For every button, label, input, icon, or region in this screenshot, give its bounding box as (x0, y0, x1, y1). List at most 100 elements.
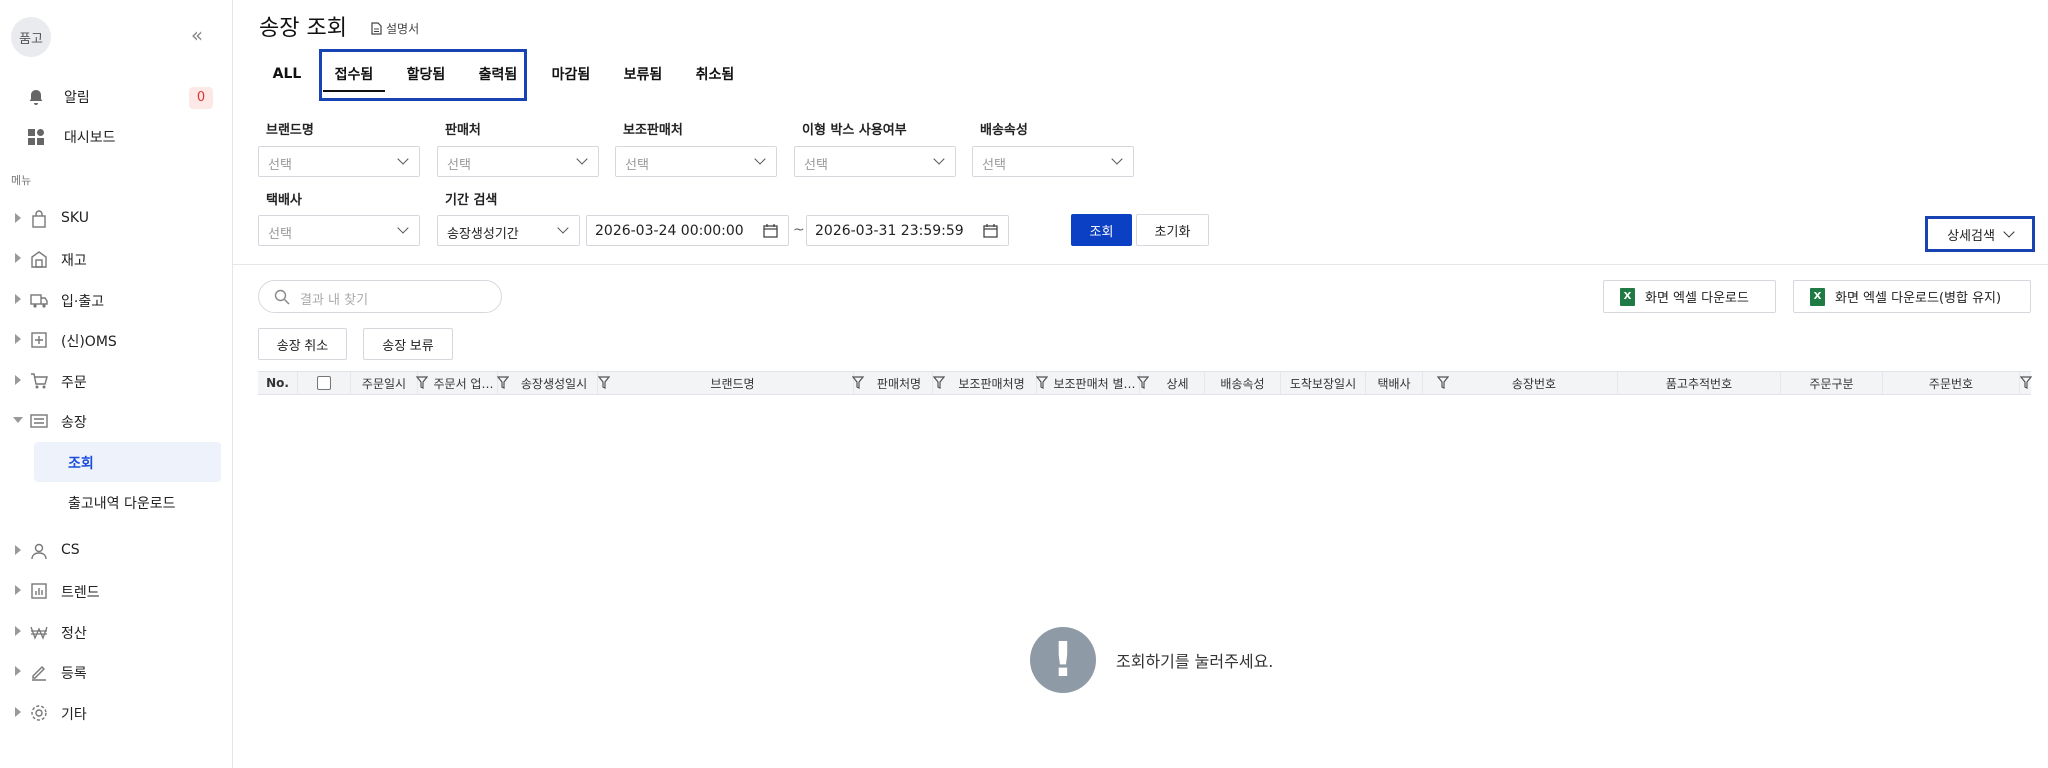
period-type-value: 송장생성기간 (447, 227, 519, 242)
chevron-down-icon (397, 153, 409, 165)
search-button[interactable]: 조회 (1071, 214, 1132, 246)
column-header-shipping-attr[interactable]: 배송속성 (1205, 372, 1281, 394)
sidebar-subitem-lookup[interactable]: 조회 (34, 442, 221, 482)
caret-right-icon (15, 666, 21, 676)
brand-select-value: 선택 (268, 158, 292, 173)
sidebar-item-invoice[interactable]: 송장 (0, 401, 233, 441)
tab-printed[interactable]: 출력됨 (467, 52, 529, 96)
sidebar-item-oms[interactable]: (신)OMS (0, 320, 233, 360)
odd-box-label: 이형 박스 사용여부 (802, 123, 907, 138)
date-from-input[interactable]: 2026-03-24 00:00:00 (586, 215, 789, 246)
logo[interactable]: 품고 (11, 17, 51, 57)
period-type-select[interactable]: 송장생성기간 (437, 215, 580, 246)
cancel-invoice-button[interactable]: 송장 취소 (258, 328, 347, 360)
courier-select-value: 선택 (268, 227, 292, 242)
manual-label: 설명서 (386, 22, 420, 36)
tab-received[interactable]: 접수됨 (323, 52, 385, 96)
sidebar-item-trend[interactable]: 트렌드 (0, 571, 233, 611)
column-header-brand[interactable]: 브랜드명 (612, 372, 854, 394)
sidebar-item-order[interactable]: 주문 (0, 361, 233, 401)
search-icon (274, 289, 290, 305)
filter-icon[interactable] (933, 376, 945, 389)
chevron-down-icon (1111, 153, 1123, 165)
column-header-tracking-no[interactable]: 품고추적번호 (1618, 372, 1781, 394)
period-label: 기간 검색 (445, 193, 498, 208)
sidebar-item-settlement[interactable]: 정산 (0, 612, 233, 652)
brand-select[interactable]: 선택 (258, 146, 420, 177)
collapse-sidebar-icon[interactable]: « (186, 24, 208, 46)
column-header-detail[interactable]: 상세 (1151, 372, 1205, 394)
tab-held[interactable]: 보류됨 (612, 52, 674, 96)
sidebar-item-label: 트렌드 (61, 585, 100, 601)
column-header-order-date[interactable]: 주문일시 (351, 372, 418, 394)
sidebar-item-label: 정산 (61, 626, 87, 642)
sidebar-item-inout[interactable]: 입·출고 (0, 280, 233, 320)
bell-icon (29, 90, 43, 105)
calendar-icon[interactable] (763, 224, 778, 238)
tab-cancelled[interactable]: 취소됨 (684, 52, 746, 96)
sidebar-item-dashboard[interactable]: 대시보드 (0, 117, 233, 157)
courier-select[interactable]: 선택 (258, 215, 420, 246)
chevron-down-icon (557, 222, 569, 234)
date-to-input[interactable]: 2026-03-31 23:59:59 (806, 215, 1009, 246)
odd-box-select[interactable]: 선택 (794, 146, 956, 177)
result-search-input[interactable]: 결과 내 찾기 (258, 280, 502, 313)
filter-icon[interactable] (598, 376, 610, 389)
column-header-order-upload[interactable]: 주문서 업… (430, 372, 498, 394)
sidebar-item-sku[interactable]: SKU (0, 199, 233, 239)
sidebar-item-register[interactable]: 등록 (0, 652, 233, 692)
column-header-invoice-created[interactable]: 송장생성일시 (511, 372, 598, 394)
hold-invoice-button[interactable]: 송장 보류 (363, 328, 453, 360)
manual-link[interactable]: 설명서 (371, 20, 419, 37)
truck-icon (30, 294, 48, 308)
column-header-no[interactable]: No. (258, 372, 298, 394)
tab-assigned[interactable]: 할당됨 (395, 52, 457, 96)
column-header-order-no[interactable]: 주문번호 (1883, 372, 2020, 394)
oms-icon (31, 332, 47, 348)
sidebar-item-label: (신)OMS (61, 334, 117, 350)
sidebar: 품고 « 알림 0 대시보드 메뉴 SKU 재고 입·출고 (신)OMS 주문 … (0, 0, 233, 768)
column-header-invoice-no[interactable]: 송장번호 (1451, 372, 1618, 394)
filter-icon[interactable] (852, 376, 864, 389)
date-range-separator: ~ (793, 222, 805, 238)
tab-closed[interactable]: 마감됨 (540, 52, 602, 96)
column-header-sub-seller[interactable]: 보조판매처명 (947, 372, 1037, 394)
courier-label: 택배사 (266, 193, 302, 208)
reset-button[interactable]: 초기화 (1136, 214, 1209, 246)
column-header-sub-seller-alias[interactable]: 보조판매처 별… (1050, 372, 1140, 394)
sidebar-item-alert[interactable]: 알림 0 (0, 77, 233, 117)
sidebar-subitem-label: 조회 (68, 456, 94, 472)
sidebar-item-stock[interactable]: 재고 (0, 239, 233, 279)
table-header: No. 주문일시 주문서 업… 송장생성일시 브랜드명 판매처명 보조판매처명 … (258, 371, 2032, 395)
column-header-seller[interactable]: 판매처명 (866, 372, 933, 394)
excel-icon: X (1620, 287, 1635, 306)
column-header-courier[interactable]: 택배사 (1366, 372, 1423, 394)
detail-search-label: 상세검색 (1947, 228, 1995, 244)
empty-state: ! 조회하기를 눌러주세요. (1030, 627, 1273, 693)
filter-icon[interactable] (1137, 376, 1149, 389)
column-header-arrival-guarantee[interactable]: 도착보장일시 (1281, 372, 1366, 394)
caret-right-icon (15, 375, 21, 385)
pencil-icon (32, 666, 46, 681)
chevron-down-icon (754, 153, 766, 165)
filter-icon[interactable] (497, 376, 509, 389)
excel-download-merge-label: 화면 엑셀 다운로드(병합 유지) (1835, 291, 2002, 306)
select-all-checkbox[interactable] (317, 376, 331, 390)
filter-icon[interactable] (1437, 376, 1449, 389)
sidebar-subitem-download[interactable]: 출고내역 다운로드 (34, 482, 221, 522)
filter-icon[interactable] (1036, 376, 1048, 389)
filter-icon[interactable] (416, 376, 428, 389)
sidebar-item-etc[interactable]: 기타 (0, 693, 233, 733)
detail-search-button[interactable]: 상세검색 (1925, 216, 2035, 252)
shipping-attr-select[interactable]: 선택 (972, 146, 1134, 177)
sub-seller-select[interactable]: 선택 (615, 146, 777, 177)
excel-download-button[interactable]: X 화면 엑셀 다운로드 (1603, 280, 1776, 313)
sidebar-item-cs[interactable]: CS (0, 531, 233, 571)
calendar-icon[interactable] (983, 224, 998, 238)
seller-select[interactable]: 선택 (437, 146, 599, 177)
empty-state-message: 조회하기를 눌러주세요. (1116, 652, 1274, 671)
excel-download-merge-button[interactable]: X 화면 엑셀 다운로드(병합 유지) (1793, 280, 2031, 313)
column-header-order-type[interactable]: 주문구분 (1781, 372, 1883, 394)
filter-icon[interactable] (2020, 376, 2032, 389)
tab-all[interactable]: ALL (259, 52, 315, 96)
